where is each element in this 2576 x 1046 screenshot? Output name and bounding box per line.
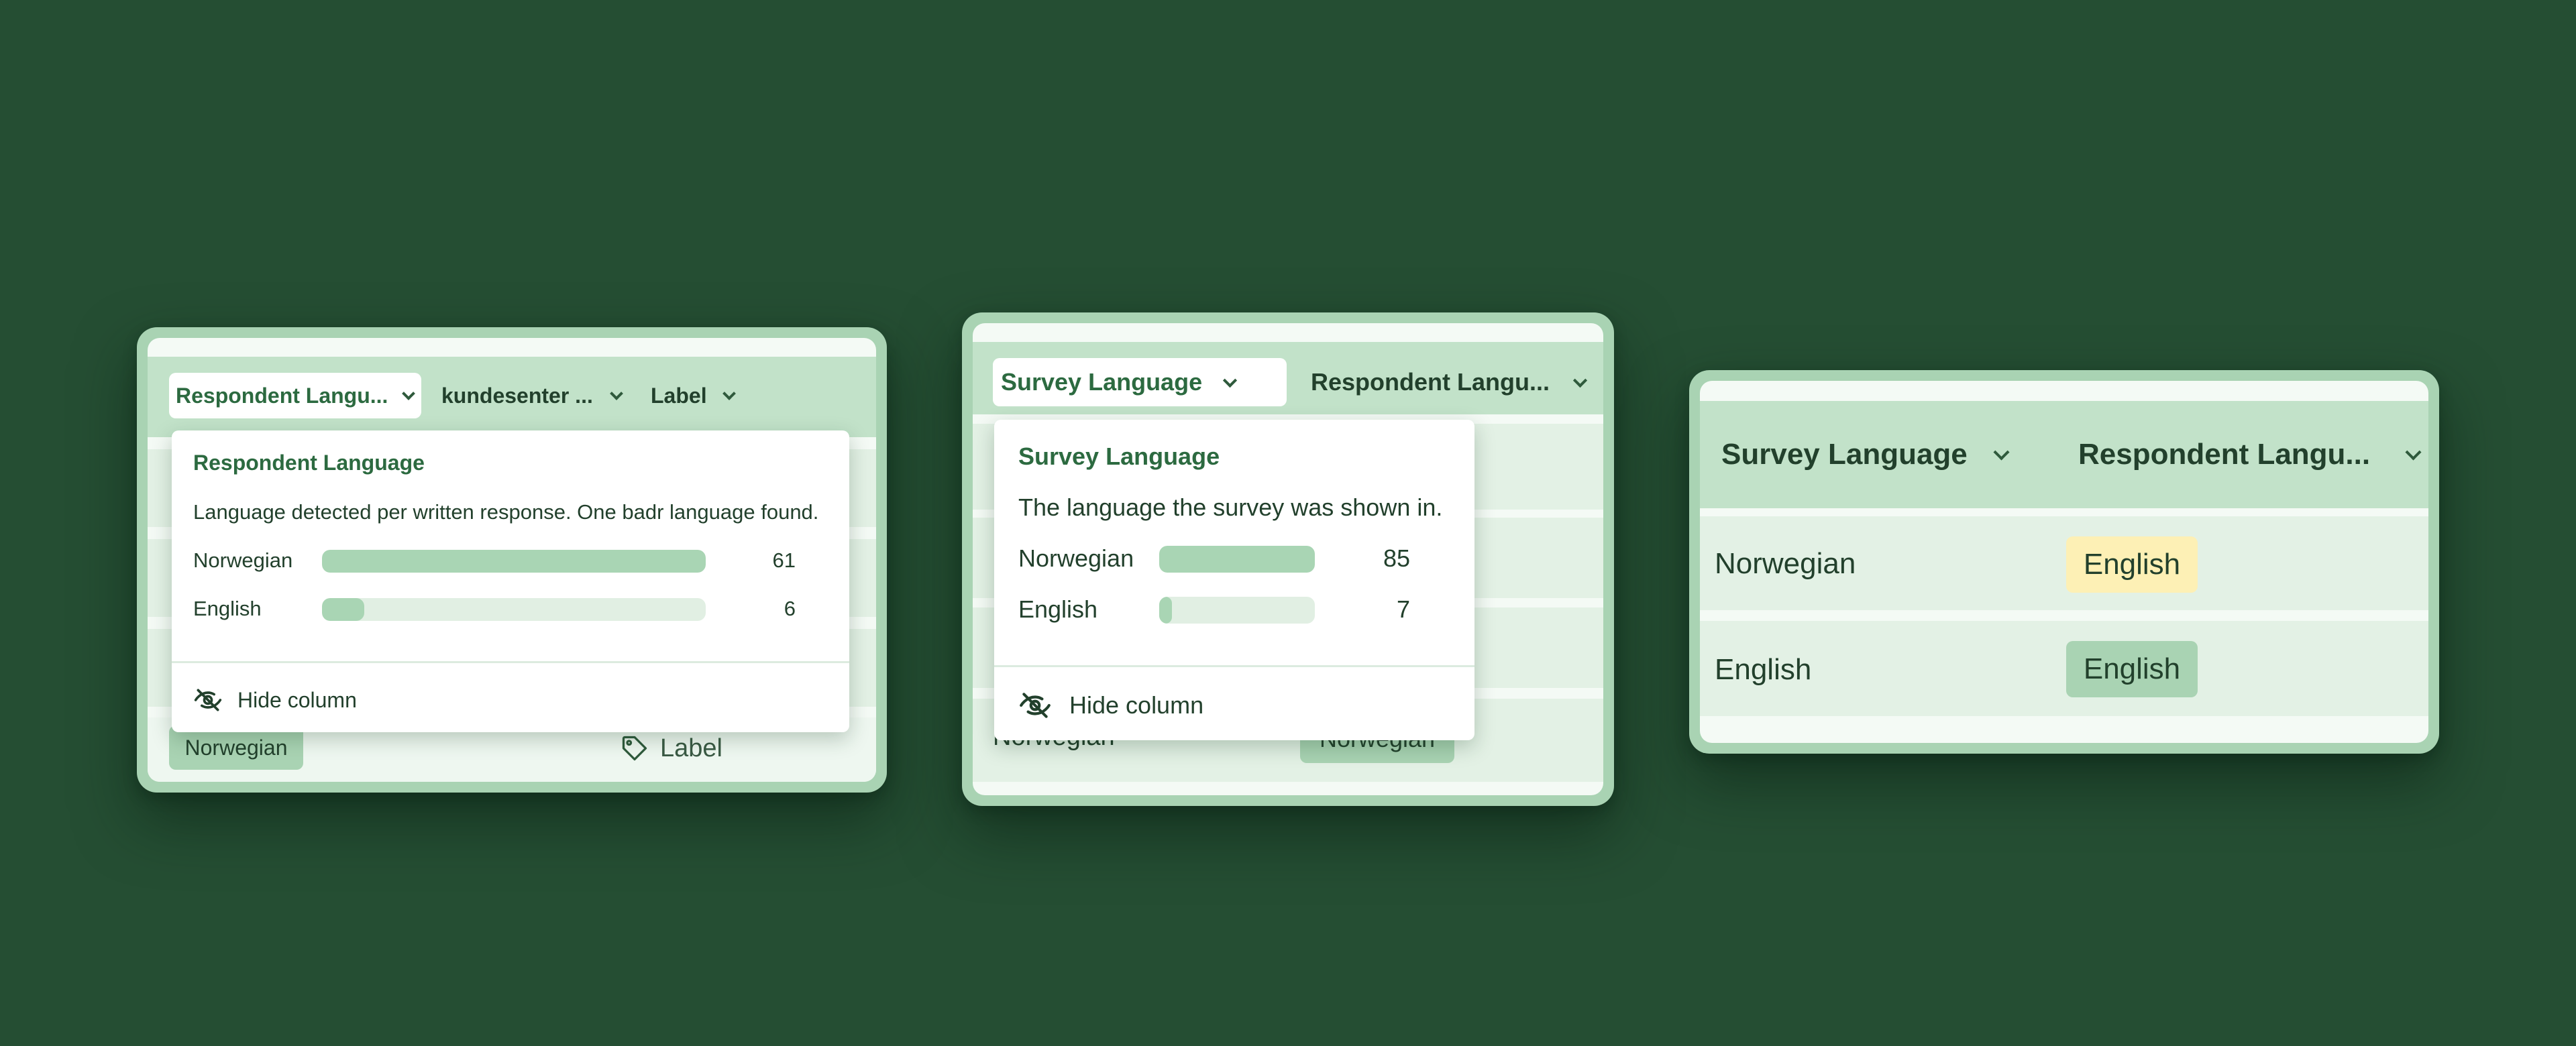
distribution-label: English <box>193 597 262 620</box>
chevron-down-icon[interactable] <box>2405 443 2422 461</box>
distribution-label: English <box>1018 595 1098 623</box>
distribution-bar <box>322 550 706 573</box>
hide-column-label: Hide column <box>1069 691 1204 719</box>
column-header-kundesenter[interactable]: kundesenter ... <box>441 373 623 418</box>
popover-description: The language the survey was shown in. <box>1018 493 1443 521</box>
column-header-label: Respondent Langu... <box>1311 368 1550 396</box>
column-header-label: Survey Language <box>1721 438 1968 471</box>
distribution-bar-fill <box>322 550 706 573</box>
column-header-label: Respondent Langu... <box>176 383 388 408</box>
column-header-respondent-language[interactable]: Respondent Langu... <box>2078 428 2422 481</box>
column-header-label: Respondent Langu... <box>2078 438 2371 471</box>
distribution-count: 7 <box>1396 595 1410 623</box>
distribution-count: 85 <box>1383 544 1410 572</box>
divider <box>172 661 849 663</box>
survey-language-cell: English <box>1715 653 1812 686</box>
column-header-survey-language[interactable]: Survey Language <box>1721 428 2010 481</box>
divider <box>994 665 1474 667</box>
tag-label: English <box>2083 652 2181 685</box>
tag-label: English <box>2083 548 2181 581</box>
popover-title: Respondent Language <box>193 451 425 475</box>
column-header-respondent-language[interactable]: Respondent Langu... <box>169 373 421 418</box>
distribution-bar <box>322 598 706 621</box>
column-header-label-col[interactable]: Label <box>651 373 736 418</box>
popover-description: Language detected per written response. … <box>193 500 819 524</box>
eye-off-icon <box>193 685 223 715</box>
chevron-down-icon[interactable] <box>402 387 416 400</box>
label-cell[interactable]: Label <box>620 730 722 767</box>
column-header-label: Survey Language <box>1001 368 1203 396</box>
hide-column-label: Hide column <box>237 687 357 712</box>
hide-column-button[interactable]: Hide column <box>193 680 357 720</box>
distribution-bar-fill <box>322 598 364 621</box>
panel-table: Respondent Langu... kundesenter ... Labe… <box>148 338 876 782</box>
panel-table: Survey Language Respondent Langu... Norw… <box>973 323 1603 795</box>
panel-survey-language: Survey Language Respondent Langu... Norw… <box>962 312 1614 806</box>
distribution-count: 6 <box>784 597 796 620</box>
chevron-down-icon[interactable] <box>1572 373 1588 388</box>
chevron-down-icon[interactable] <box>1993 443 2010 461</box>
language-tag: English <box>2066 641 2198 697</box>
column-header-survey-language[interactable]: Survey Language <box>993 358 1287 406</box>
distribution-count: 61 <box>772 548 796 572</box>
distribution-label: Norwegian <box>193 548 293 572</box>
panel-respondent-language: Respondent Langu... kundesenter ... Labe… <box>137 327 887 793</box>
column-header-label: kundesenter ... <box>441 383 593 408</box>
column-summary-popover: Respondent Language Language detected pe… <box>172 430 849 732</box>
column-header-label: Label <box>651 383 707 408</box>
label-text: Label <box>660 734 722 762</box>
distribution-label: Norwegian <box>1018 544 1134 572</box>
eye-off-icon <box>1018 689 1052 722</box>
tag-icon <box>620 734 649 763</box>
chevron-down-icon[interactable] <box>609 387 623 400</box>
distribution-bar-fill <box>1159 597 1172 624</box>
tag-label: Norwegian <box>184 735 288 760</box>
distribution-bar-fill <box>1159 546 1315 573</box>
chevron-down-icon[interactable] <box>1222 373 1238 388</box>
language-tag-highlighted: English <box>2066 536 2198 593</box>
column-summary-popover: Survey Language The language the survey … <box>994 420 1474 740</box>
hide-column-button[interactable]: Hide column <box>1018 684 1203 727</box>
panel-table: Survey Language Respondent Langu... Norw… <box>1700 381 2428 743</box>
survey-language-cell: Norwegian <box>1715 547 1856 580</box>
panel-language-table: Survey Language Respondent Langu... Norw… <box>1689 370 2439 754</box>
popover-title: Survey Language <box>1018 443 1220 470</box>
chevron-down-icon[interactable] <box>722 387 736 400</box>
distribution-bar <box>1159 546 1315 573</box>
distribution-bar <box>1159 597 1315 624</box>
column-header-respondent-language[interactable]: Respondent Langu... <box>1311 358 1588 406</box>
